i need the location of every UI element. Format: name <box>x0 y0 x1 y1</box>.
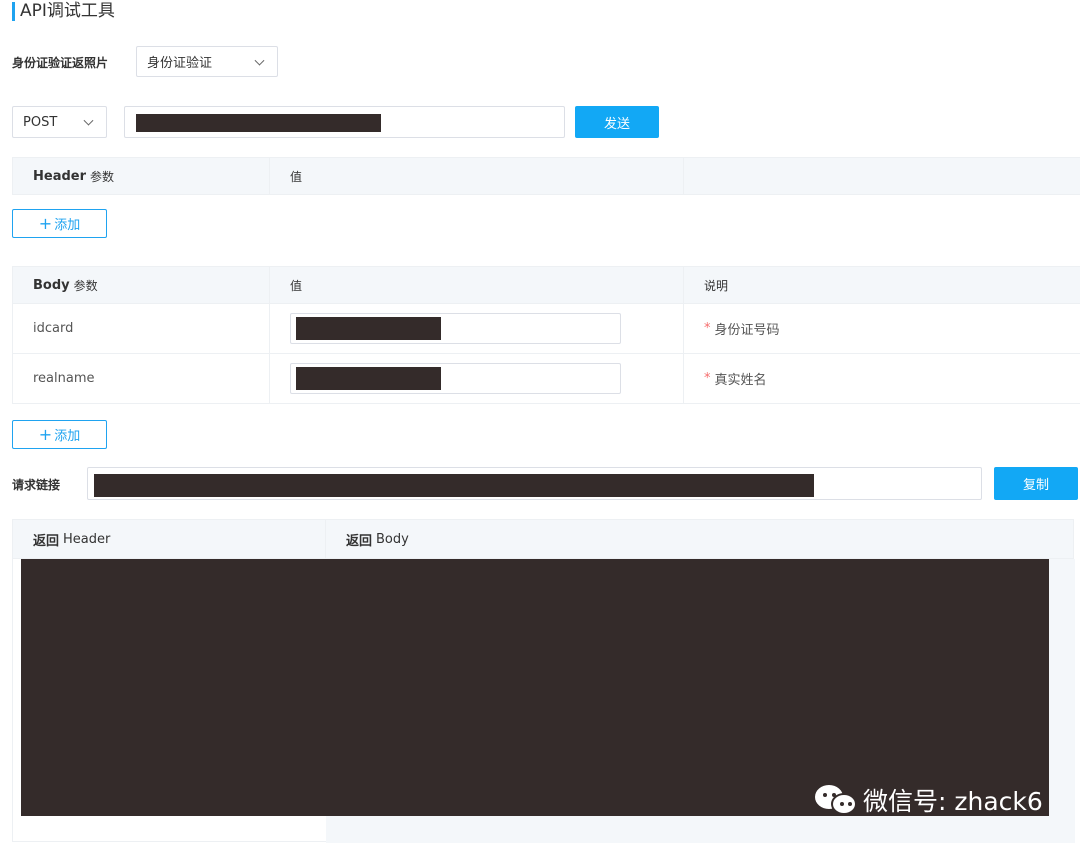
watermark-text: 微信号: zhack6 <box>863 787 1043 816</box>
param-name: realname <box>13 354 270 403</box>
api-select-label: 身份证验证返照片 <box>12 56 109 70</box>
body-table-head: Body 参数 值 说明 <box>13 266 1080 304</box>
header-table-head: Header 参数 值 <box>13 157 1080 195</box>
add-body-button[interactable]: + 添加 <box>12 420 107 449</box>
page-title: API调试工具 <box>20 1 115 21</box>
body-col-desc: 说明 <box>704 278 729 293</box>
api-select-value: 身份证验证 <box>147 56 213 71</box>
copy-button[interactable]: 复制 <box>994 467 1078 500</box>
header-col-value: 值 <box>270 158 684 194</box>
redacted-block <box>296 317 441 340</box>
plus-icon: + <box>38 213 53 233</box>
chevron-down-icon <box>254 55 265 66</box>
body-col-param: Body 参数 <box>13 267 270 303</box>
add-header-button[interactable]: + 添加 <box>12 209 107 238</box>
redacted-response-block <box>21 559 1049 816</box>
tab-response-header[interactable]: 返回 Header <box>13 520 326 558</box>
redacted-block <box>94 474 814 497</box>
wechat-icon <box>815 783 859 817</box>
method-value: POST <box>23 114 58 130</box>
body-params-table: Body 参数 值 说明 idcard * 身份证号码 realname * 真实… <box>12 266 1080 404</box>
realname-input[interactable] <box>290 363 621 394</box>
required-mark: * <box>704 321 711 336</box>
request-link-label: 请求链接 <box>12 478 61 492</box>
method-select[interactable]: POST <box>12 106 107 138</box>
table-row: idcard * 身份证号码 <box>13 304 1080 354</box>
body-col-value: 值 <box>270 267 684 303</box>
redacted-block <box>136 114 381 132</box>
plus-icon: + <box>38 424 53 444</box>
idcard-input[interactable] <box>290 313 621 344</box>
tab-response-body[interactable]: 返回 Body <box>326 520 1073 558</box>
send-button[interactable]: 发送 <box>575 106 659 138</box>
title-accent-bar <box>12 2 15 21</box>
header-col-empty <box>684 158 1080 194</box>
param-desc: * 身份证号码 <box>704 321 780 338</box>
redacted-block <box>296 367 441 390</box>
response-tabs: 返回 Header 返回 Body <box>13 520 1073 559</box>
table-row: realname * 真实姓名 <box>13 354 1080 404</box>
required-mark: * <box>704 371 711 386</box>
chevron-down-icon <box>83 115 94 126</box>
header-col-param: Header 参数 <box>13 158 270 194</box>
header-params-table: Header 参数 值 <box>12 157 1080 195</box>
request-link-input[interactable] <box>87 467 982 500</box>
watermark: 微信号: zhack6 <box>815 780 1043 820</box>
param-value-cell <box>270 354 684 403</box>
api-select[interactable]: 身份证验证 <box>136 46 278 77</box>
request-url-input[interactable] <box>124 106 565 138</box>
param-name: idcard <box>13 304 270 353</box>
param-value-cell <box>270 304 684 353</box>
param-desc: * 真实姓名 <box>704 371 767 388</box>
